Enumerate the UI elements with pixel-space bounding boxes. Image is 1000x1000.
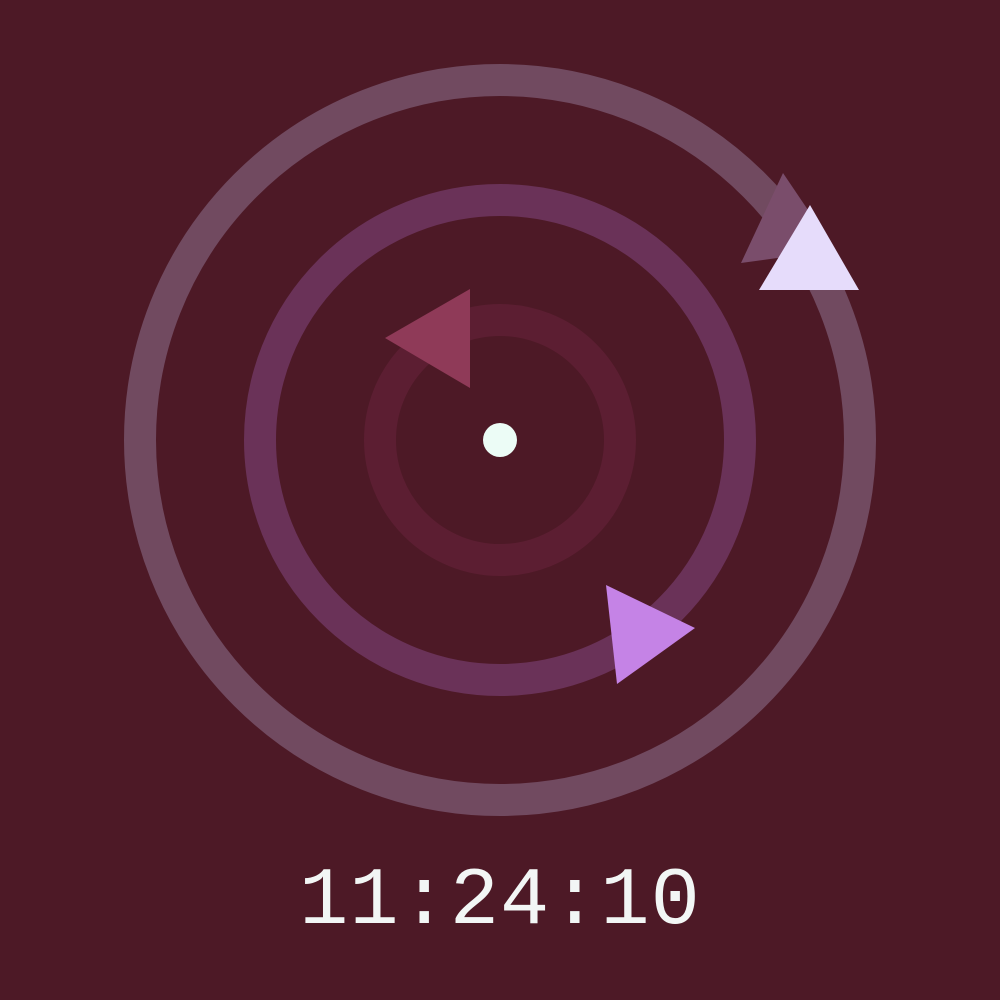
clock-face: [124, 64, 876, 816]
radial-clock: 11:24:10: [0, 0, 1000, 1000]
digital-time-readout: 11:24:10: [299, 855, 701, 948]
center-dot: [483, 423, 517, 457]
